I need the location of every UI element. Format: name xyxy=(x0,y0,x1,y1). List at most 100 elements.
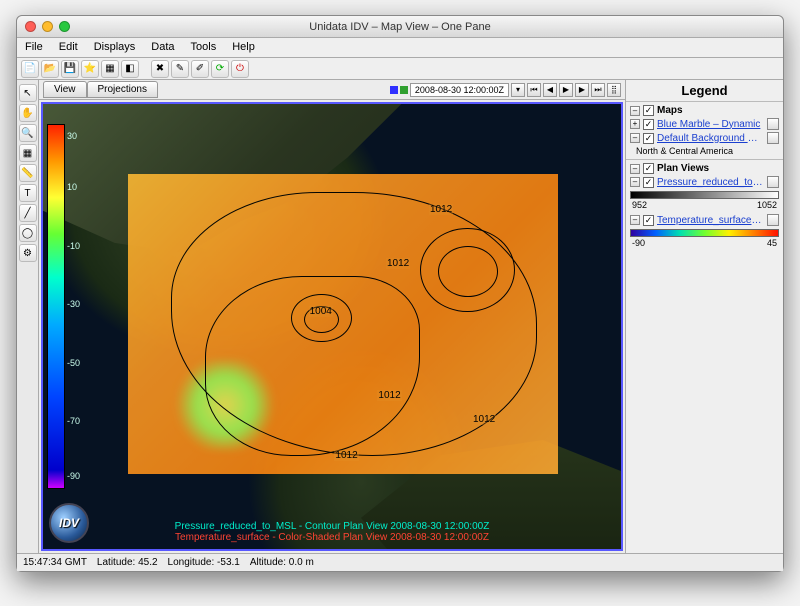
disclosure-icon[interactable]: – xyxy=(630,164,640,174)
refresh-icon[interactable]: ⟳ xyxy=(211,60,229,78)
legend-region-label: North & Central America xyxy=(630,146,779,156)
data-source-icon[interactable]: ▦ xyxy=(101,60,119,78)
cb-tick: 10 xyxy=(67,182,77,192)
temperature-layer-label: Temperature_surface - Color-Shaded Plan … xyxy=(43,532,621,543)
favorite-icon[interactable]: ⭐ xyxy=(81,60,99,78)
status-time: 15:47:34 GMT xyxy=(23,557,87,568)
legend-title: Legend xyxy=(626,80,783,102)
display-icon[interactable]: ◧ xyxy=(121,60,139,78)
checkbox[interactable]: ✓ xyxy=(643,119,654,130)
status-lat: Latitude: 45.2 xyxy=(97,557,158,568)
window-traffic-lights xyxy=(17,21,70,32)
temperature-gradient-labels: -90 45 xyxy=(630,238,779,251)
left-toolbar: ↖ ✋ 🔍 ▦ 📏 T ╱ ◯ ⚙ xyxy=(17,80,39,553)
time-control: 2008-08-30 12:00:00Z ▾ ⏮ ◀ ▶ ▶ ⏭ ⣿ xyxy=(390,83,621,97)
contour-label: 1004 xyxy=(309,306,333,317)
pressure-max: 1052 xyxy=(757,200,777,210)
line-tool-icon[interactable]: ╱ xyxy=(19,204,37,222)
pressure-gradient-labels: 952 1052 xyxy=(630,200,779,213)
play-icon[interactable]: ▶ xyxy=(559,83,573,97)
pointer-icon[interactable]: ↖ xyxy=(19,84,37,102)
legend-item-blue-marble[interactable]: Blue Marble – Dynamic xyxy=(657,119,764,130)
layer-options-icon[interactable] xyxy=(767,132,779,144)
layer-options-icon[interactable] xyxy=(767,214,779,226)
first-frame-icon[interactable]: ⏮ xyxy=(527,83,541,97)
map-view[interactable]: 30 10 -10 -30 -50 -70 -90 1012 1012 xyxy=(41,102,623,551)
colorbar-ticks: 30 10 -10 -30 -50 -70 -90 xyxy=(67,124,87,489)
checkbox[interactable]: ✓ xyxy=(643,215,654,226)
disclosure-icon[interactable]: – xyxy=(630,177,640,187)
app-window: Unidata IDV – Map View – One Pane File E… xyxy=(16,15,784,572)
checkbox[interactable]: ✓ xyxy=(643,177,654,188)
main-toolbar: 📄 📂 💾 ⭐ ▦ ◧ ✖ ✎ ✐ ⟳ ⏻ xyxy=(17,58,783,80)
checkbox[interactable]: ✓ xyxy=(643,105,654,116)
menu-help[interactable]: Help xyxy=(224,38,263,57)
temperature-overlay: 1012 1012 1004 1012 1012 1012 xyxy=(128,174,558,474)
open-icon[interactable]: 📂 xyxy=(41,60,59,78)
time-settings-icon[interactable]: ⣿ xyxy=(607,83,621,97)
cb-tick: -50 xyxy=(67,358,80,368)
remove-icon[interactable]: ✖ xyxy=(151,60,169,78)
tab-projections[interactable]: Projections xyxy=(87,81,158,98)
disclosure-icon[interactable]: – xyxy=(630,215,640,225)
prev-frame-icon[interactable]: ◀ xyxy=(543,83,557,97)
last-frame-icon[interactable]: ⏭ xyxy=(591,83,605,97)
legend-maps-header: Maps xyxy=(657,105,779,116)
cb-tick: -10 xyxy=(67,241,80,251)
shape-tool-icon[interactable]: ◯ xyxy=(19,224,37,242)
zoom-in-icon[interactable]: 🔍 xyxy=(19,124,37,142)
stop-icon[interactable]: ⏻ xyxy=(231,60,249,78)
temp-min: -90 xyxy=(632,238,645,248)
disclosure-icon[interactable]: – xyxy=(630,133,640,143)
minimize-icon[interactable] xyxy=(42,21,53,32)
zoom-icon[interactable] xyxy=(59,21,70,32)
content-row: ↖ ✋ 🔍 ▦ 📏 T ╱ ◯ ⚙ View Projections 2008-… xyxy=(17,80,783,553)
checkbox[interactable]: ✓ xyxy=(643,133,654,144)
time-display[interactable]: 2008-08-30 12:00:00Z xyxy=(410,83,509,97)
text-tool-icon[interactable]: T xyxy=(19,184,37,202)
disclosure-icon[interactable]: + xyxy=(630,119,640,129)
annotate-icon[interactable]: ✐ xyxy=(191,60,209,78)
menu-tools[interactable]: Tools xyxy=(183,38,225,57)
legend-item-default-bg[interactable]: Default Background Maps xyxy=(657,133,764,144)
menu-data[interactable]: Data xyxy=(143,38,182,57)
cb-tick: -90 xyxy=(67,471,80,481)
menubar: File Edit Displays Data Tools Help xyxy=(17,38,783,58)
grid-icon[interactable]: ▦ xyxy=(19,144,37,162)
menu-file[interactable]: File xyxy=(17,38,51,57)
colorbar xyxy=(47,124,65,489)
contour-label: 1012 xyxy=(377,390,401,401)
chevron-down-icon[interactable]: ▾ xyxy=(511,83,525,97)
legend-item-temperature[interactable]: Temperature_surface -... xyxy=(657,215,764,226)
tab-view[interactable]: View xyxy=(43,81,87,98)
checkbox[interactable]: ✓ xyxy=(643,163,654,174)
status-lon: Longitude: -53.1 xyxy=(168,557,240,568)
layer-options-icon[interactable] xyxy=(767,118,779,130)
sub-tabs: View Projections xyxy=(43,81,158,98)
edit-icon[interactable]: ✎ xyxy=(171,60,189,78)
legend-item-pressure[interactable]: Pressure_reduced_to_MS... xyxy=(657,177,764,188)
view-sub-bar: View Projections 2008-08-30 12:00:00Z ▾ … xyxy=(39,80,625,100)
menu-edit[interactable]: Edit xyxy=(51,38,86,57)
hand-icon[interactable]: ✋ xyxy=(19,104,37,122)
window-title: Unidata IDV – Map View – One Pane xyxy=(17,21,783,33)
contour-label: 1012 xyxy=(429,204,453,215)
legend-panel: Legend – ✓ Maps + ✓ Blue Marble – Dynami… xyxy=(625,80,783,553)
pressure-gradient-bar xyxy=(630,191,779,199)
center-pane: View Projections 2008-08-30 12:00:00Z ▾ … xyxy=(39,80,625,553)
status-alt: Altitude: 0.0 m xyxy=(250,557,314,568)
disclosure-icon[interactable]: – xyxy=(630,106,640,116)
next-frame-icon[interactable]: ▶ xyxy=(575,83,589,97)
menu-displays[interactable]: Displays xyxy=(86,38,144,57)
settings-icon[interactable]: ⚙ xyxy=(19,244,37,262)
pressure-contour xyxy=(438,246,498,297)
close-icon[interactable] xyxy=(25,21,36,32)
new-icon[interactable]: 📄 xyxy=(21,60,39,78)
save-icon[interactable]: 💾 xyxy=(61,60,79,78)
contour-label: 1012 xyxy=(334,450,358,461)
ruler-icon[interactable]: 📏 xyxy=(19,164,37,182)
layer-options-icon[interactable] xyxy=(767,176,779,188)
statusbar: 15:47:34 GMT Latitude: 45.2 Longitude: -… xyxy=(17,553,783,571)
titlebar: Unidata IDV – Map View – One Pane xyxy=(17,16,783,38)
temp-max: 45 xyxy=(767,238,777,248)
